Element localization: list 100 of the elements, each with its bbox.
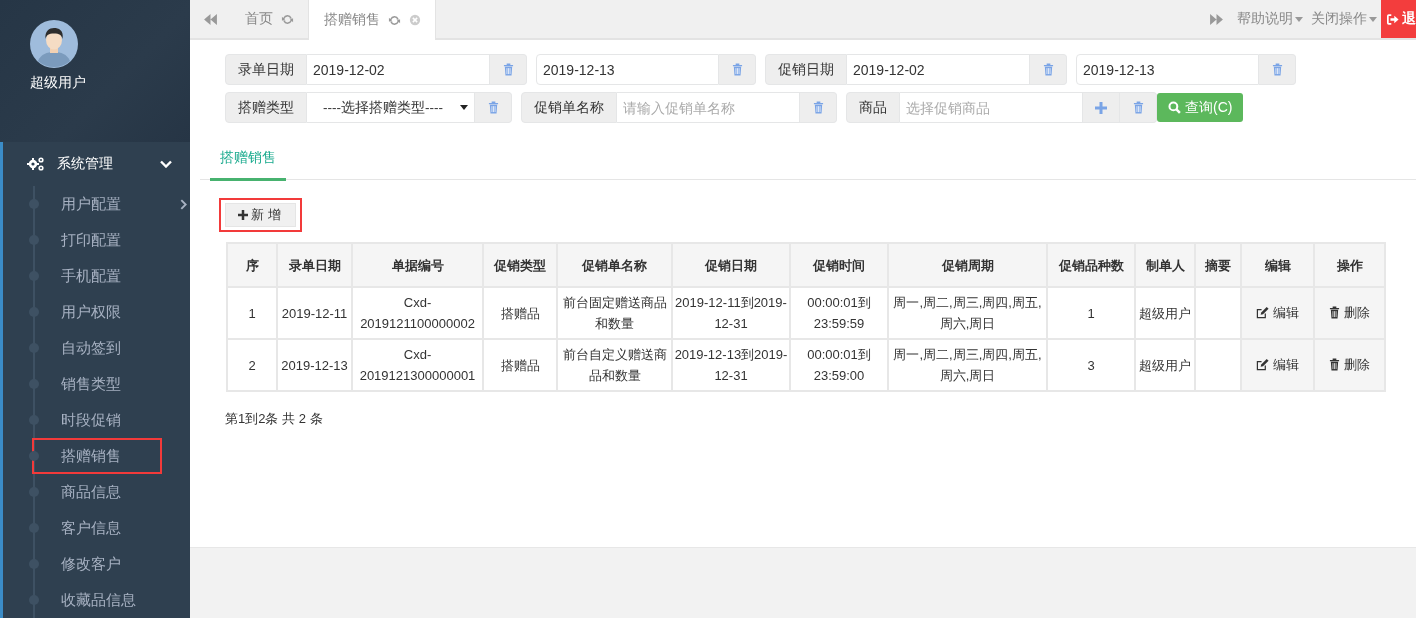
column-header: 操作 <box>1314 243 1385 287</box>
input-field[interactable]: 请输入促销单名称 <box>617 92 800 123</box>
gears-icon <box>27 156 45 172</box>
trash-icon <box>487 101 499 114</box>
clear-button[interactable] <box>1120 92 1157 123</box>
column-header: 单据编号 <box>352 243 483 287</box>
table-cell: 超级用户 <box>1135 287 1195 339</box>
column-header: 编辑 <box>1241 243 1314 287</box>
input-field[interactable]: 2019-12-13 <box>1076 54 1259 85</box>
table-cell: 周一,周二,周三,周四,周五,周六,周日 <box>888 339 1047 391</box>
input-field[interactable]: 2019-12-13 <box>536 54 719 85</box>
filter-label: 录单日期 <box>225 54 307 85</box>
filter-label: 商品 <box>846 92 900 123</box>
column-header: 促销周期 <box>888 243 1047 287</box>
refresh-icon <box>281 12 294 26</box>
page-tab[interactable]: 首页 <box>230 0 308 38</box>
sidebar-item-label: 用户配置 <box>61 194 121 214</box>
clear-button[interactable] <box>719 54 756 85</box>
page-tab-label: 搭赠销售 <box>324 11 380 29</box>
menu-header[interactable]: 系统管理 <box>3 142 190 186</box>
table-cell: 前台固定赠送商品和数量 <box>557 287 672 339</box>
input-field[interactable]: 2019-12-02 <box>847 54 1030 85</box>
filter-label: 促销日期 <box>765 54 847 85</box>
column-header: 序 <box>227 243 277 287</box>
add-item-button[interactable] <box>1083 92 1120 123</box>
table-cell: 3 <box>1047 339 1135 391</box>
sidebar-item[interactable]: 自动签到 <box>32 330 162 366</box>
clear-button[interactable] <box>490 54 527 85</box>
table-cell: 2019-12-11 <box>277 287 352 339</box>
menu-header-label: 系统管理 <box>57 155 114 173</box>
edit-icon <box>1256 305 1269 319</box>
column-header: 制单人 <box>1135 243 1195 287</box>
trash-icon <box>1132 101 1144 114</box>
page-tab[interactable]: 搭赠销售 <box>308 0 436 40</box>
sidebar-item[interactable]: 时段促销 <box>32 402 162 438</box>
trash-icon <box>502 63 514 76</box>
sidebar-item[interactable]: 打印配置 <box>32 222 162 258</box>
content-tab[interactable]: 搭赠销售 <box>210 149 286 181</box>
table-cell: 搭赠品 <box>483 339 557 391</box>
sidebar-item-label: 销售类型 <box>61 374 121 394</box>
input-field[interactable]: 2019-12-02 <box>307 54 490 85</box>
table-cell: 周一,周二,周三,周四,周五,周六,周日 <box>888 287 1047 339</box>
clear-button[interactable] <box>800 92 837 123</box>
sidebar-item[interactable]: 手机配置 <box>32 258 162 294</box>
sidebar-item[interactable]: 修改客户 <box>32 546 162 582</box>
pagination-info: 第1到2条 共 2 条 <box>225 410 324 428</box>
select-field[interactable]: ----选择搭赠类型---- <box>307 92 475 123</box>
column-header: 摘要 <box>1195 243 1241 287</box>
caret-icon <box>1295 16 1303 22</box>
table-cell: 前台自定义赠送商品和数量 <box>557 339 672 391</box>
edit-icon <box>1256 357 1269 371</box>
logout-button[interactable]: 退 <box>1381 0 1416 38</box>
trash-icon <box>1042 63 1054 76</box>
table-cell: Cxd-2019121300000001 <box>352 339 483 391</box>
sidebar-item[interactable]: 用户配置 <box>32 186 162 222</box>
column-header: 促销品种数 <box>1047 243 1135 287</box>
column-header: 促销类型 <box>483 243 557 287</box>
table-cell: 00:00:01到23:59:00 <box>790 339 888 391</box>
dropdown-button[interactable]: 关闭操作 <box>1307 0 1381 38</box>
table-cell: 搭赠品 <box>483 287 557 339</box>
table-cell: 1 <box>227 287 277 339</box>
sign-out-icon <box>1387 13 1399 25</box>
clear-button[interactable] <box>1030 54 1067 85</box>
column-header: 促销单名称 <box>557 243 672 287</box>
double-right-icon <box>1209 13 1223 25</box>
double-left-icon <box>203 13 217 25</box>
table-cell: 超级用户 <box>1135 339 1195 391</box>
add-button[interactable]: 新 增 <box>225 203 296 227</box>
sidebar-item[interactable]: 搭赠销售 <box>32 438 162 474</box>
table-cell: 1 <box>1047 287 1135 339</box>
sidebar-item-label: 时段促销 <box>61 410 121 430</box>
avatar-icon <box>30 20 78 68</box>
sidebar-item[interactable]: 用户权限 <box>32 294 162 330</box>
refresh-icon <box>388 13 401 27</box>
sidebar-item-label: 商品信息 <box>61 482 121 502</box>
plus-icon <box>238 210 248 220</box>
sidebar-item-label: 用户权限 <box>61 302 121 322</box>
sidebar-item-label: 修改客户 <box>61 554 121 574</box>
column-header: 促销日期 <box>672 243 790 287</box>
sidebar-item-label: 搭赠销售 <box>61 446 121 466</box>
sidebar-item[interactable]: 客户信息 <box>32 510 162 546</box>
table-cell: 2 <box>227 339 277 391</box>
input-field[interactable]: 选择促销商品 <box>900 92 1083 123</box>
sidebar-item[interactable]: 销售类型 <box>32 366 162 402</box>
column-header: 促销时间 <box>790 243 888 287</box>
dropdown-button[interactable]: 帮助说明 <box>1233 0 1307 38</box>
column-header: 录单日期 <box>277 243 352 287</box>
sidebar-item-label: 收藏品信息 <box>61 590 136 610</box>
trash-icon <box>1329 357 1340 371</box>
user-name: 超级用户 <box>30 74 86 92</box>
clear-button[interactable] <box>475 92 512 123</box>
clear-button[interactable] <box>1259 54 1296 85</box>
trash-icon <box>731 63 743 76</box>
table-cell: 2019-12-13 <box>277 339 352 391</box>
page-tab-label: 首页 <box>245 10 273 28</box>
sidebar-item[interactable]: 商品信息 <box>32 474 162 510</box>
search-icon <box>1168 101 1181 114</box>
dropdown-caret-icon <box>460 105 468 110</box>
sidebar-item-label: 打印配置 <box>61 230 121 250</box>
sidebar-item[interactable]: 收藏品信息 <box>32 582 162 618</box>
